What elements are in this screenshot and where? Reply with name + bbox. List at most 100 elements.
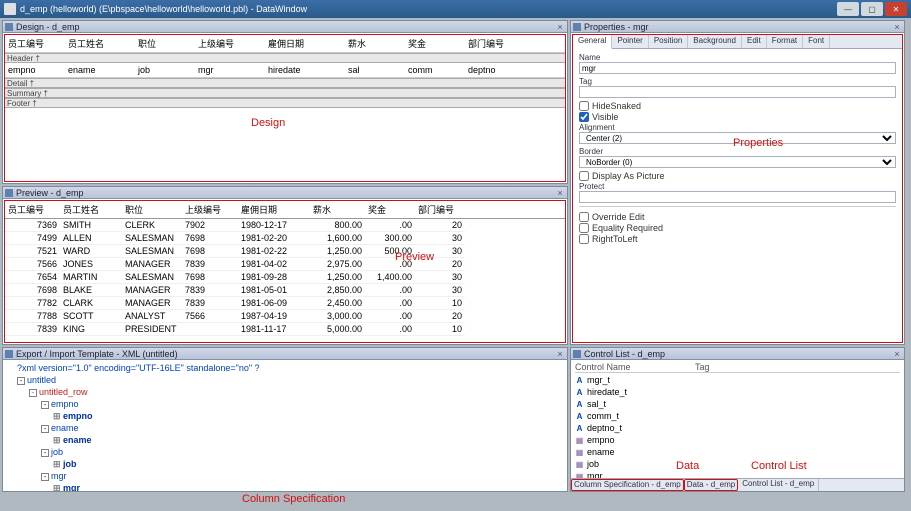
export-element[interactable]: -empno xyxy=(7,398,563,410)
export-element[interactable]: -job xyxy=(7,446,563,458)
preview-row[interactable]: 7839KINGPRESIDENT1981-11-175,000.00.0010 xyxy=(5,323,565,336)
minus-icon[interactable]: - xyxy=(41,449,49,457)
export-field[interactable]: ⊞ ename xyxy=(7,434,563,446)
export-field[interactable]: ⊞ empno xyxy=(7,410,563,422)
minus-icon[interactable]: - xyxy=(41,473,49,481)
minus-icon[interactable]: - xyxy=(17,377,25,385)
prop-tab-format[interactable]: Format xyxy=(767,35,803,48)
prop-tab-background[interactable]: Background xyxy=(688,35,742,48)
preview-row[interactable]: 7521WARDSALESMAN76981981-02-221,250.0050… xyxy=(5,245,565,258)
prop-override-edit-checkbox[interactable] xyxy=(579,212,589,222)
prop-display-pic-checkbox[interactable] xyxy=(579,171,589,181)
bottom-tab[interactable]: Column Specification - d_emp xyxy=(571,479,684,491)
prop-tab-general[interactable]: General xyxy=(573,35,612,49)
prop-protect-input[interactable] xyxy=(579,191,896,203)
minus-icon[interactable]: - xyxy=(41,401,49,409)
bottom-tab[interactable]: Control List - d_emp xyxy=(738,479,819,491)
close-button[interactable]: ✕ xyxy=(885,2,907,16)
export-pane-header: Export / Import Template - XML (untitled… xyxy=(3,348,567,360)
preview-row[interactable]: 7782CLARKMANAGER78391981-06-092,450.00.0… xyxy=(5,297,565,310)
pane-close-icon[interactable]: × xyxy=(892,22,902,32)
design-body[interactable]: 员工编号员工姓名职位上级编号雇佣日期薪水奖金部门编号 Header † empn… xyxy=(4,34,566,182)
design-col-header[interactable]: 雇佣日期 xyxy=(265,35,345,52)
column-control-icon: ▦ xyxy=(575,460,584,469)
control-list-row[interactable]: ▦job xyxy=(575,458,900,470)
preview-cell: 2,975.00 xyxy=(310,258,365,271)
preview-col-header[interactable]: 薪水 xyxy=(310,201,365,218)
prop-alignment-select[interactable]: Center (2) xyxy=(579,132,896,144)
export-field[interactable]: ⊞ job xyxy=(7,458,563,470)
prop-protect-label: Protect xyxy=(579,182,896,191)
preview-col-header[interactable]: 雇佣日期 xyxy=(238,201,310,218)
minus-icon[interactable]: - xyxy=(29,389,37,397)
control-list-row[interactable]: Amgr_t xyxy=(575,374,900,386)
control-list-body[interactable]: Control Name Tag Amgr_tAhiredate_tAsal_t… xyxy=(571,360,904,478)
preview-col-header[interactable]: 职位 xyxy=(122,201,182,218)
prop-visible-checkbox[interactable] xyxy=(579,112,589,122)
prop-border-select[interactable]: NoBorder (0) xyxy=(579,156,896,168)
design-col-field[interactable]: sal xyxy=(345,63,405,77)
prop-equality-checkbox[interactable] xyxy=(579,223,589,233)
control-list-row[interactable]: ▦empno xyxy=(575,434,900,446)
control-list-row[interactable]: Adeptno_t xyxy=(575,422,900,434)
prop-tab-pointer[interactable]: Pointer xyxy=(612,35,648,48)
preview-row[interactable]: 7566JONESMANAGER78391981-04-022,975.00.0… xyxy=(5,258,565,271)
design-col-field[interactable]: hiredate xyxy=(265,63,345,77)
design-col-field[interactable]: comm xyxy=(405,63,465,77)
properties-pane: Properties - mgr × GeneralPointerPositio… xyxy=(570,20,905,345)
preview-col-header[interactable]: 员工编号 xyxy=(5,201,60,218)
design-col-header[interactable]: 职位 xyxy=(135,35,195,52)
preview-row[interactable]: 7698BLAKEMANAGER78391981-05-012,850.00.0… xyxy=(5,284,565,297)
control-list-row[interactable]: Acomm_t xyxy=(575,410,900,422)
prop-tab-font[interactable]: Font xyxy=(803,35,830,48)
design-col-header[interactable]: 奖金 xyxy=(405,35,465,52)
design-col-header[interactable]: 员工姓名 xyxy=(65,35,135,52)
maximize-button[interactable]: ▢ xyxy=(861,2,883,16)
export-element[interactable]: -ename xyxy=(7,422,563,434)
preview-body[interactable]: 员工编号员工姓名职位上级编号雇佣日期薪水奖金部门编号7369SMITHCLERK… xyxy=(4,200,566,343)
design-col-field[interactable]: deptno xyxy=(465,63,525,77)
preview-col-header[interactable]: 上级编号 xyxy=(182,201,238,218)
design-col-header[interactable]: 上级编号 xyxy=(195,35,265,52)
design-col-field[interactable]: ename xyxy=(65,63,135,77)
design-col-field[interactable]: mgr xyxy=(195,63,265,77)
minus-icon[interactable]: - xyxy=(41,425,49,433)
preview-cell: 30 xyxy=(415,284,465,297)
design-col-header[interactable]: 薪水 xyxy=(345,35,405,52)
preview-row[interactable]: 7654MARTINSALESMAN76981981-09-281,250.00… xyxy=(5,271,565,284)
export-tree[interactable]: ?xml version="1.0" encoding="UTF-16LE" s… xyxy=(3,360,567,491)
design-col-header[interactable]: 员工编号 xyxy=(5,35,65,52)
pane-close-icon[interactable]: × xyxy=(555,22,565,32)
xml-declaration[interactable]: ?xml version="1.0" encoding="UTF-16LE" s… xyxy=(7,362,563,374)
minimize-button[interactable]: — xyxy=(837,2,859,16)
preview-row[interactable]: 7788SCOTTANALYST75661987-04-193,000.00.0… xyxy=(5,310,565,323)
design-col-field[interactable]: empno xyxy=(5,63,65,77)
export-field[interactable]: ⊞ mgr xyxy=(7,482,563,491)
design-col-field[interactable]: job xyxy=(135,63,195,77)
control-list-row[interactable]: Asal_t xyxy=(575,398,900,410)
export-element[interactable]: -mgr xyxy=(7,470,563,482)
preview-row[interactable]: 7369SMITHCLERK79021980-12-17800.00.0020 xyxy=(5,219,565,232)
pane-close-icon[interactable]: × xyxy=(555,188,565,198)
preview-row[interactable]: 7499ALLENSALESMAN76981981-02-201,600.003… xyxy=(5,232,565,245)
control-list-row[interactable]: Ahiredate_t xyxy=(575,386,900,398)
control-list-row[interactable]: ▦ename xyxy=(575,446,900,458)
design-pane: Design - d_emp × 员工编号员工姓名职位上级编号雇佣日期薪水奖金部… xyxy=(2,20,568,184)
preview-cell: 800.00 xyxy=(310,219,365,232)
preview-pane: Preview - d_emp × 员工编号员工姓名职位上级编号雇佣日期薪水奖金… xyxy=(2,186,568,345)
design-col-header[interactable]: 部门编号 xyxy=(465,35,525,52)
prop-rtl-checkbox[interactable] xyxy=(579,234,589,244)
prop-tab-position[interactable]: Position xyxy=(649,35,688,48)
prop-hidesnaked-checkbox[interactable] xyxy=(579,101,589,111)
preview-col-header[interactable]: 员工姓名 xyxy=(60,201,122,218)
prop-tag-input[interactable] xyxy=(579,86,896,98)
preview-col-header[interactable]: 部门编号 xyxy=(415,201,465,218)
control-list-row[interactable]: ▦mgr xyxy=(575,470,900,478)
bottom-tab[interactable]: Data - d_emp xyxy=(684,479,738,491)
pane-close-icon[interactable]: × xyxy=(892,349,902,359)
pane-close-icon[interactable]: × xyxy=(555,349,565,359)
prop-tab-edit[interactable]: Edit xyxy=(742,35,767,48)
preview-col-header[interactable]: 奖金 xyxy=(365,201,415,218)
prop-name-input[interactable] xyxy=(579,62,896,74)
properties-pane-title: Properties - mgr xyxy=(584,22,892,32)
